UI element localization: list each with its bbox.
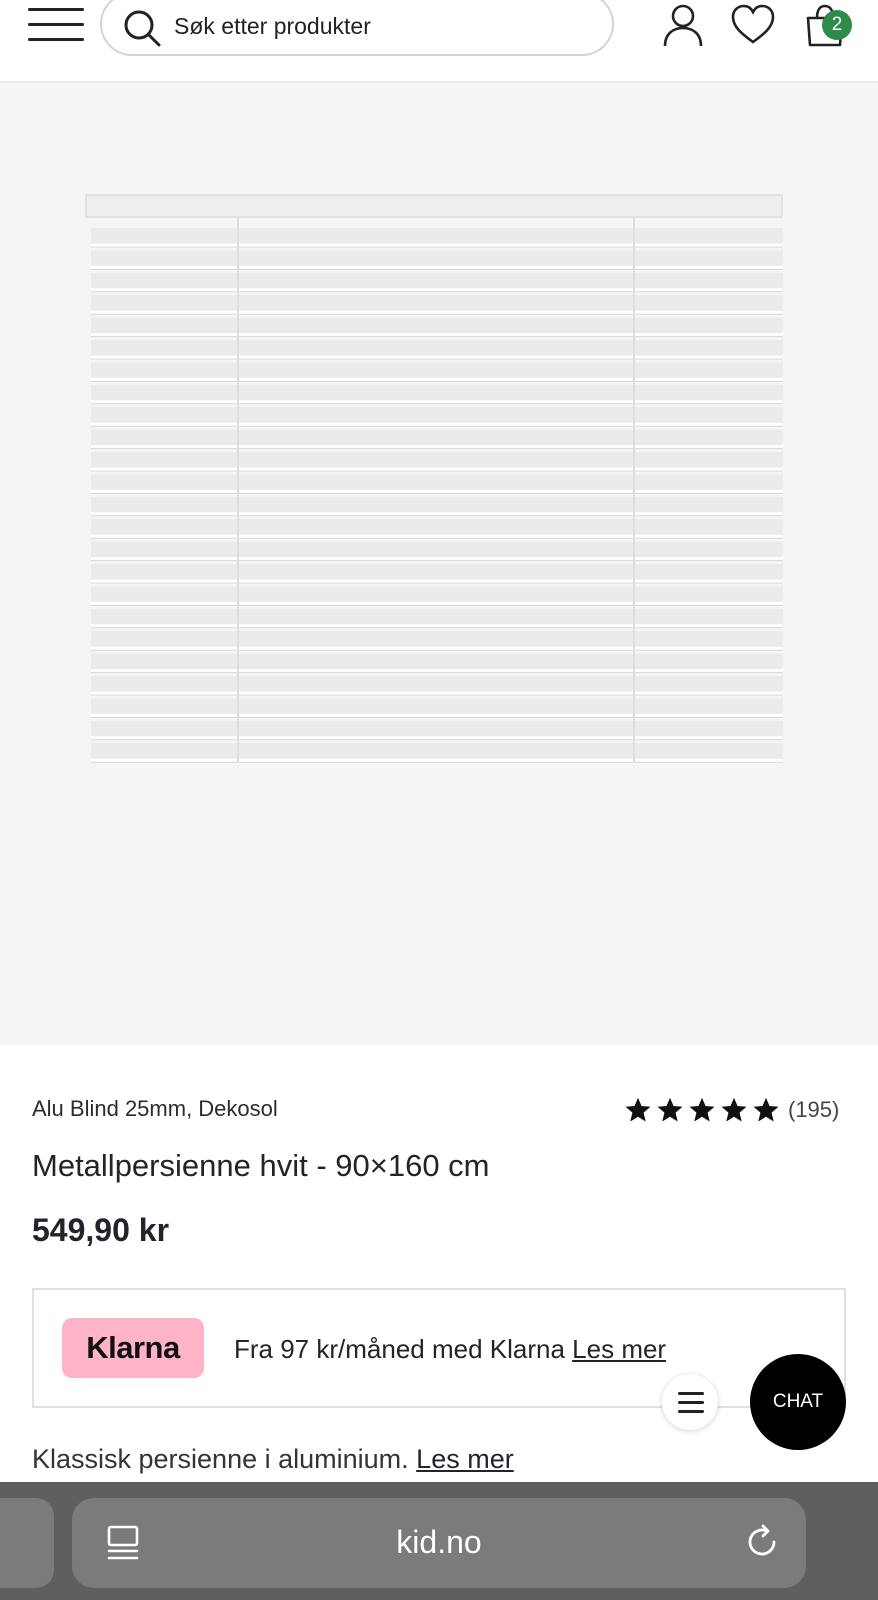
rating[interactable]: (195) xyxy=(624,1094,839,1126)
product-title: Metallpersienne hvit - 90×160 cm xyxy=(32,1148,490,1183)
blind-product-photo xyxy=(85,194,783,763)
product-image[interactable] xyxy=(0,83,878,1045)
chat-button[interactable]: CHAT xyxy=(750,1354,846,1450)
star-icon xyxy=(625,1097,651,1122)
klarna-read-more-link[interactable]: Les mer xyxy=(572,1334,666,1364)
description-text: Klassisk persienne i aluminium. xyxy=(32,1444,409,1474)
star-rating xyxy=(624,1096,780,1124)
reload-icon[interactable] xyxy=(744,1524,780,1560)
product-brand-line: Alu Blind 25mm, Dekosol xyxy=(32,1096,278,1121)
product-price: 549,90 kr xyxy=(32,1212,170,1248)
star-icon xyxy=(721,1097,747,1122)
address-bar[interactable]: kid.no xyxy=(72,1498,806,1588)
review-count[interactable]: (195) xyxy=(788,1097,839,1123)
user-icon[interactable] xyxy=(660,2,706,48)
search-bar[interactable] xyxy=(100,0,614,56)
klarna-banner: Klarna Fra 97 kr/måned med Klarna Les me… xyxy=(32,1288,846,1408)
menu-icon[interactable] xyxy=(28,4,86,44)
klarna-text: Fra 97 kr/måned med Klarna Les mer xyxy=(234,1334,666,1365)
search-input[interactable] xyxy=(174,6,594,46)
star-icon xyxy=(657,1097,683,1122)
star-icon xyxy=(753,1097,779,1122)
star-icon xyxy=(689,1097,715,1122)
klarna-logo: Klarna xyxy=(62,1318,204,1378)
klarna-financing-text: Fra 97 kr/måned med Klarna xyxy=(234,1334,565,1364)
description-read-more-link[interactable]: Les mer xyxy=(416,1444,514,1474)
search-icon xyxy=(124,10,161,47)
list-menu-button[interactable] xyxy=(662,1374,718,1430)
heart-icon[interactable] xyxy=(730,2,776,48)
site-header: 2 xyxy=(0,0,878,83)
browser-tab-stub[interactable] xyxy=(0,1498,54,1588)
product-description: Klassisk persienne i aluminium. Les mer xyxy=(32,1444,514,1475)
url-text: kid.no xyxy=(396,1524,482,1560)
cart-count-badge: 2 xyxy=(822,10,852,40)
browser-toolbar: kid.no xyxy=(0,1482,878,1600)
